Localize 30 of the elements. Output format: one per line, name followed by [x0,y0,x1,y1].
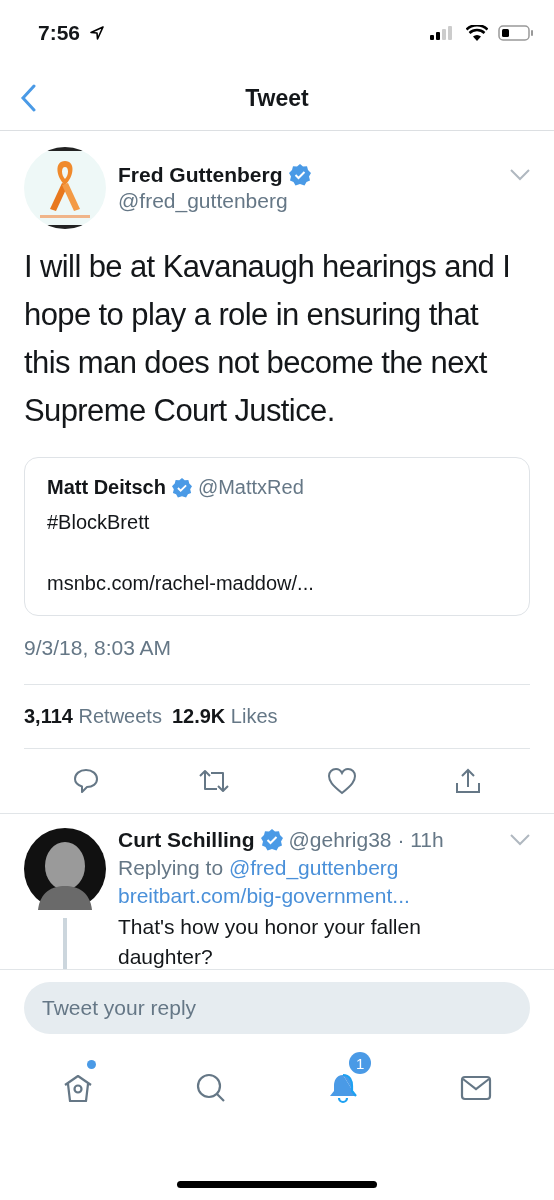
author-name[interactable]: Fred Guttenberg [118,163,283,187]
reply-icon[interactable] [72,767,101,795]
heart-icon[interactable] [327,767,358,795]
reply-input-field[interactable]: Tweet your reply [24,982,530,1034]
search-icon [194,1072,227,1104]
status-time: 7:56 [38,21,81,45]
quoted-author-handle: @MattxRed [197,476,304,499]
reply-text: That's how you honor your fallen daughter? [118,914,422,969]
quoted-tweet-card[interactable]: Matt Deitsch @MattxRed #BlockBrett msnbc.com/rachel-maddow/... [24,457,530,616]
bell-icon [327,1072,360,1104]
mail-icon [459,1074,492,1102]
tweet-timestamp: 9/3/18, 8:03 AM [24,616,530,685]
notification-count: 1 [349,1052,372,1074]
wifi-icon [466,25,488,41]
avatar[interactable] [24,828,106,910]
quoted-author-name: Matt Deitsch [47,476,166,499]
quoted-tweet-link: msnbc.com/rachel-maddow/... [47,572,315,595]
location-arrow-icon [90,26,105,40]
reply-author-name[interactable]: Curt Schilling [118,828,255,852]
author-handle[interactable]: @fred_guttenberg [118,189,498,213]
replying-to-text: Replying to @fred_guttenberg [118,856,400,880]
quoted-tweet-text: #BlockBrett [47,511,151,534]
tweet-text: I will be at Kavanaugh hearings and I hope to play a role in ensuring that this man does not become the next Supreme Court Justice. [24,248,512,430]
page-title: Tweet [245,84,309,112]
stat-count[interactable]: 3,114 Retweets [24,705,162,728]
back-icon[interactable] [20,84,36,112]
battery-icon [498,25,534,41]
share-icon[interactable] [453,767,482,795]
reply-meta: @gehrig38 · 11h [288,828,444,852]
stat-count[interactable]: 12.9K Likes [171,705,278,728]
